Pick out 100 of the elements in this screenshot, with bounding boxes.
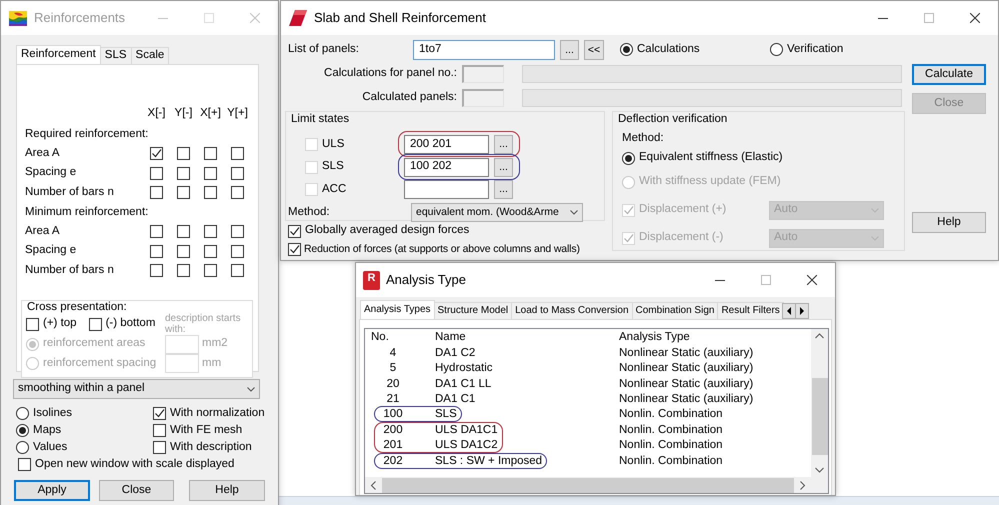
checkbox[interactable] xyxy=(204,186,217,200)
input-field[interactable] xyxy=(462,89,504,107)
close-icon[interactable] xyxy=(970,13,980,23)
input-field[interactable]: 1to7 xyxy=(413,40,555,60)
checkbox-label: With description xyxy=(170,440,252,454)
checkbox[interactable] xyxy=(204,264,217,278)
contour-map-icon xyxy=(8,9,28,27)
vertical-scrollbar[interactable] xyxy=(811,329,828,477)
checkbox[interactable] xyxy=(153,406,166,420)
table-cell: Nonlin. Combination xyxy=(619,424,723,438)
checkbox[interactable] xyxy=(231,147,244,160)
field-label: Method: xyxy=(622,132,665,146)
radio-button[interactable] xyxy=(16,424,29,437)
scroll-right-icon[interactable] xyxy=(798,307,805,315)
dialog-button[interactable]: Help xyxy=(189,480,265,501)
checkbox[interactable] xyxy=(177,225,190,238)
table-cell: Nonlinear Static (auxiliary) xyxy=(619,346,754,361)
checkbox[interactable] xyxy=(153,440,166,454)
dropdown[interactable]: equivalent mom. (Wood&Arme xyxy=(411,203,583,222)
checkbox[interactable] xyxy=(150,264,163,278)
table-cell: Nonlinear Static (auxiliary) xyxy=(619,392,754,407)
input-field[interactable]: 100 202 xyxy=(404,158,489,176)
scrollbar-thumb[interactable] xyxy=(812,378,828,455)
input-field[interactable] xyxy=(462,65,504,83)
radio-button[interactable] xyxy=(620,43,633,56)
table-cell-text: ULS DA1C1 xyxy=(434,424,499,438)
dialog-button[interactable]: ... xyxy=(560,40,579,60)
checkbox[interactable] xyxy=(231,166,244,180)
table-cell: Nonlinear Static (auxiliary) xyxy=(619,378,754,392)
dialog-button[interactable]: ... xyxy=(494,135,513,154)
radio-button[interactable] xyxy=(16,440,29,454)
dialog-button[interactable]: << xyxy=(584,40,604,60)
dialog-button[interactable]: ... xyxy=(494,158,513,176)
column-header: Y[-] xyxy=(174,106,194,121)
tab[interactable]: Scale xyxy=(130,47,170,64)
checkbox-label: Displacement (+) xyxy=(639,203,728,217)
tab[interactable]: Analysis Types xyxy=(360,300,435,319)
column-header: Y[+] xyxy=(226,106,249,121)
table-cell-text: 5 xyxy=(388,362,398,376)
column-header: X[-] xyxy=(146,106,166,121)
checkbox-label: SLS xyxy=(322,160,345,174)
checkbox[interactable] xyxy=(204,166,217,180)
row-label: Spacing e xyxy=(25,166,78,180)
table-cell-text: ULS DA1C2 xyxy=(434,439,499,453)
table-cell-text: 20 xyxy=(386,378,400,392)
checkbox[interactable] xyxy=(231,186,244,200)
input-field[interactable] xyxy=(404,180,489,199)
column-header: No. xyxy=(370,331,390,345)
row-label: Number of bars n xyxy=(25,264,115,278)
field-label: Calculations for panel no.: xyxy=(323,67,457,81)
checkbox-label: Displacement (-) xyxy=(639,231,724,245)
radio-button[interactable] xyxy=(770,43,783,56)
checkbox[interactable] xyxy=(231,225,244,238)
checkbox[interactable] xyxy=(177,264,190,278)
radio-button[interactable] xyxy=(622,152,635,164)
section-heading: Required reinforcement: xyxy=(25,127,150,142)
checkbox[interactable] xyxy=(153,424,166,437)
checkbox[interactable] xyxy=(150,225,163,238)
checkbox[interactable] xyxy=(288,224,301,238)
checkbox[interactable] xyxy=(231,264,244,278)
radio-label: reinforcement areas xyxy=(43,337,146,352)
dropdown[interactable]: smoothing within a panel xyxy=(13,379,260,399)
checkbox[interactable] xyxy=(231,244,244,258)
dialog-button[interactable]: Calculate xyxy=(912,64,986,85)
unit-label: mm xyxy=(202,356,222,371)
checkbox-label: Globally averaged design forces xyxy=(305,224,470,238)
radio-label: With stiffness update (FEM) xyxy=(639,175,781,189)
radio-label: Maps xyxy=(33,424,62,438)
dialog-button[interactable]: Help xyxy=(912,212,986,233)
checkbox[interactable] xyxy=(204,225,217,238)
checkbox[interactable] xyxy=(177,244,190,258)
radio-button[interactable] xyxy=(16,406,29,420)
checkbox-label: Reduction of forces (at supports or above columns and walls) xyxy=(304,242,580,256)
close-icon[interactable] xyxy=(807,275,817,285)
table-cell-text: SLS : SW + Imposed xyxy=(434,454,544,468)
checkbox[interactable] xyxy=(18,458,31,471)
checkbox[interactable] xyxy=(288,242,301,256)
checkbox[interactable] xyxy=(150,147,163,160)
table-cell-text: SLS xyxy=(434,408,458,422)
dialog-button[interactable]: ... xyxy=(494,180,513,199)
dialog-button[interactable]: Apply xyxy=(14,480,90,501)
radio-label: reinforcement spacing xyxy=(43,356,156,371)
caret-icon xyxy=(570,210,578,215)
checkbox[interactable] xyxy=(150,166,163,180)
checkbox[interactable] xyxy=(204,147,217,160)
checkbox[interactable] xyxy=(150,186,163,200)
tab[interactable]: Reinforcement xyxy=(16,45,101,64)
input-field[interactable]: 200 201 xyxy=(404,135,489,154)
dialog-button[interactable]: Close xyxy=(99,480,174,501)
window-title: Analysis Type xyxy=(386,272,467,288)
checkbox[interactable] xyxy=(150,244,163,258)
checkbox[interactable] xyxy=(177,166,190,180)
checkbox[interactable] xyxy=(177,186,190,200)
checkbox[interactable] xyxy=(26,318,39,331)
checkbox[interactable] xyxy=(204,244,217,258)
checkbox[interactable] xyxy=(88,318,102,331)
radio-label: Calculations xyxy=(637,43,700,57)
radio-label: Isolines xyxy=(33,406,72,420)
section-heading: Minimum reinforcement: xyxy=(25,205,150,220)
checkbox[interactable] xyxy=(177,147,190,160)
